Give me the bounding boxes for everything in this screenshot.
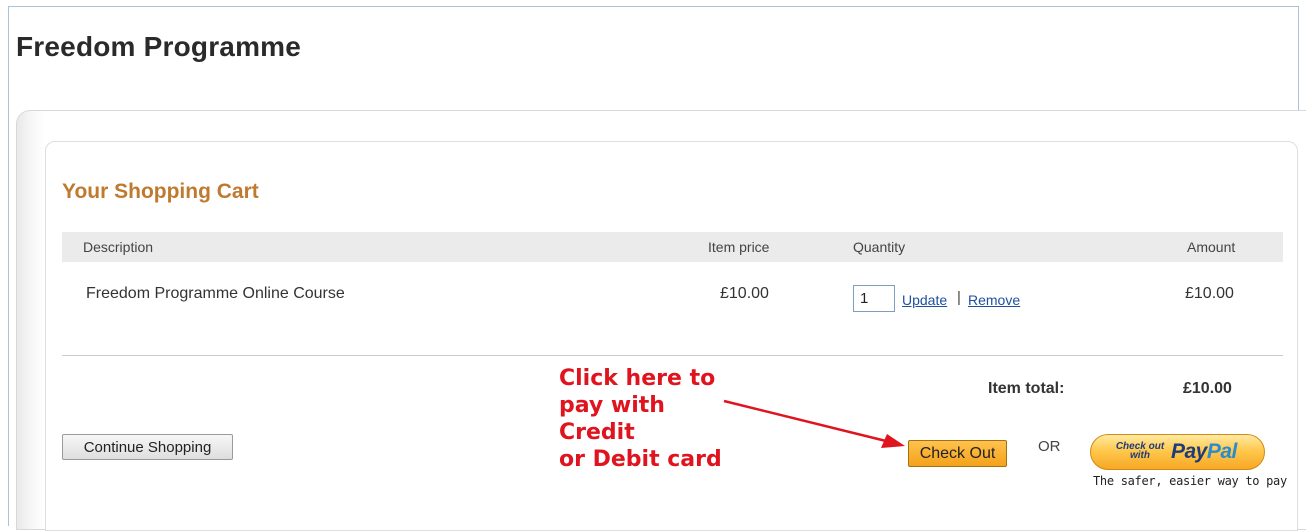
paypal-logo: PayPal bbox=[1171, 440, 1237, 464]
check-out-button[interactable]: Check Out bbox=[908, 440, 1007, 467]
paypal-logo-pay: Pay bbox=[1171, 440, 1207, 463]
or-label: OR bbox=[1038, 438, 1061, 455]
paypal-small-label: Check out with bbox=[1115, 441, 1165, 461]
paypal-logo-pal: Pal bbox=[1206, 440, 1238, 463]
paypal-checkout-button[interactable]: Check out with PayPal bbox=[1090, 434, 1265, 470]
paypal-tagline: The safer, easier way to pay bbox=[1093, 474, 1287, 488]
